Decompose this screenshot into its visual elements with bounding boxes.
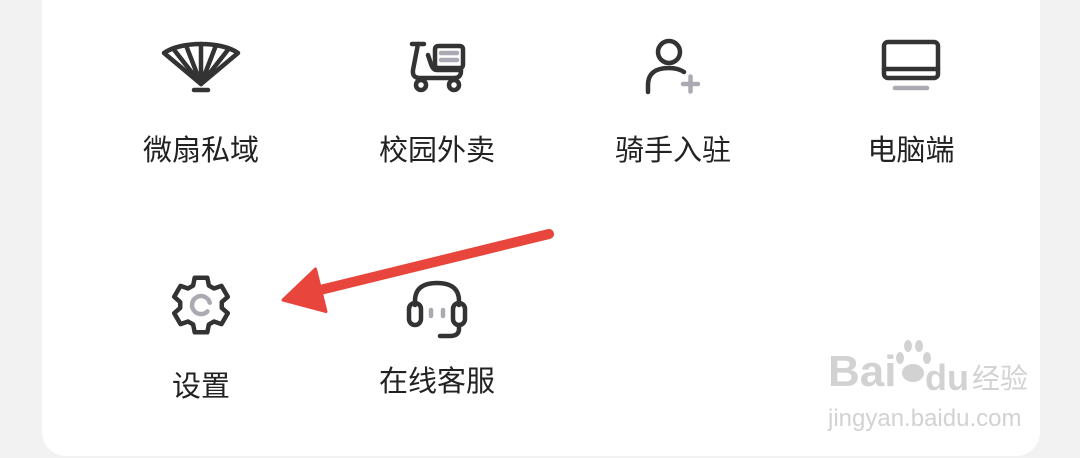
menu-item-label: 校园外卖 — [378, 133, 495, 167]
menu-item-online-service[interactable]: 在线客服 — [319, 280, 555, 410]
headset-icon — [319, 280, 555, 340]
menu-item-label: 在线客服 — [378, 364, 495, 398]
watermark-logo-cn: 经验 — [972, 362, 1029, 395]
menu-item-rider-join[interactable]: 骑手入驻 — [555, 36, 791, 167]
monitor-icon — [793, 36, 1029, 96]
menu-item-label: 电脑端 — [867, 133, 955, 167]
menu-item-label: 设置 — [171, 369, 230, 403]
fan-icon — [83, 36, 319, 96]
gear-icon — [83, 275, 319, 335]
watermark-url: jingyan.baidu.com — [828, 405, 1022, 432]
menu-item-label: 骑手入驻 — [614, 133, 731, 167]
watermark-logo-du: du — [925, 357, 969, 398]
menu-item-weishan-private-domain[interactable]: 微扇私域 — [83, 36, 319, 167]
watermark-logo-bai: Bai — [828, 347, 897, 396]
menu-item-label: 微扇私域 — [142, 133, 259, 167]
menu-item-settings[interactable]: 设置 — [83, 275, 319, 405]
scooter-icon — [319, 36, 555, 96]
user-add-icon — [555, 36, 791, 96]
menu-item-pc[interactable]: 电脑端 — [793, 36, 1029, 167]
menu-item-campus-takeout[interactable]: 校园外卖 — [319, 36, 555, 167]
